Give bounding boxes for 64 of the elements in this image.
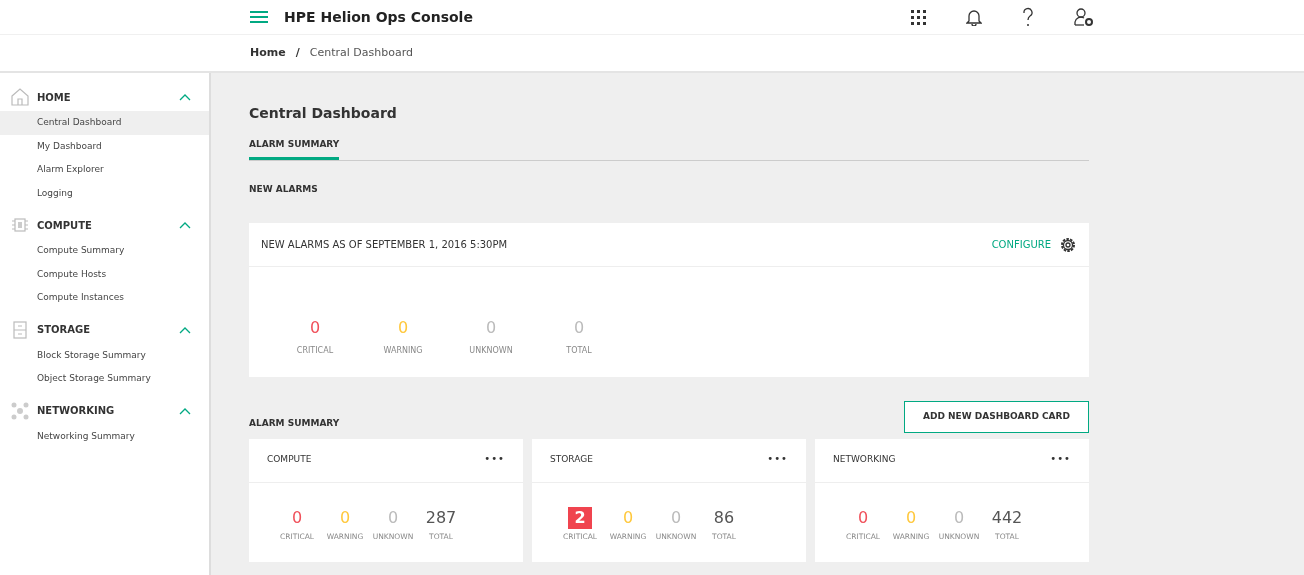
user-settings-icon[interactable] xyxy=(1074,8,1094,26)
more-button[interactable]: ••• xyxy=(1050,450,1071,466)
sidebar-item[interactable]: Alarm Explorer xyxy=(0,158,209,182)
stat-value: 0 xyxy=(338,506,352,529)
sidebar-item[interactable]: Logging xyxy=(0,181,209,205)
card-title: NEW ALARMS AS OF SEPTEMBER 1, 2016 5:30PM xyxy=(261,238,508,252)
chip-icon xyxy=(10,215,30,235)
stat-value: 0 xyxy=(621,506,635,529)
breadcrumb-separator: / xyxy=(295,44,300,61)
breadcrumb-link[interactable]: Home xyxy=(250,44,286,62)
stat-value: 0 xyxy=(484,317,498,339)
app-title: HPE Helion Ops Console xyxy=(284,7,473,27)
stat-value: 0 xyxy=(290,506,304,529)
section-header[interactable]: COMPUTE xyxy=(37,217,92,233)
chevron-up-icon[interactable] xyxy=(179,221,191,229)
stat-value: 287 xyxy=(424,506,458,529)
sidebar-item[interactable]: Central Dashboard xyxy=(0,111,209,135)
stat-value: 0 xyxy=(952,506,966,529)
stat-label: WARNING xyxy=(382,345,424,357)
house-icon xyxy=(10,87,30,107)
stat-value: 0 xyxy=(396,317,410,339)
page-title: Central Dashboard xyxy=(249,104,398,123)
stat-label: UNKNOWN xyxy=(468,345,514,357)
section-header[interactable]: NETWORKING xyxy=(37,403,115,418)
settings-icon[interactable] xyxy=(1059,235,1077,254)
breadcrumb-current: Central Dashboard xyxy=(309,44,413,61)
cabinet-icon xyxy=(10,319,30,340)
section-heading: NEW ALARMS xyxy=(249,182,319,196)
stat-value: 0 xyxy=(308,317,322,339)
help-icon[interactable] xyxy=(1022,7,1034,27)
stat-label: CRITICAL xyxy=(295,345,335,357)
sidebar-item[interactable]: Object Storage Summary xyxy=(0,367,209,391)
sidebar-item[interactable]: Block Storage Summary xyxy=(0,343,209,367)
chevron-up-icon[interactable] xyxy=(179,325,191,334)
card-title: STORAGE xyxy=(550,453,593,467)
stat-value: 0 xyxy=(904,506,918,529)
sidebar-item[interactable]: Compute Hosts xyxy=(0,262,209,286)
network-icon xyxy=(10,400,30,421)
menu-icon[interactable] xyxy=(250,10,268,24)
chevron-up-icon[interactable] xyxy=(179,93,191,101)
bell-icon[interactable] xyxy=(966,8,982,26)
card-title: NETWORKING xyxy=(833,453,896,467)
sidebar-item[interactable]: Networking Summary xyxy=(0,424,209,448)
apps-grid-icon[interactable] xyxy=(911,9,926,25)
alert-count: 2 xyxy=(568,506,592,529)
more-button[interactable]: ••• xyxy=(484,450,505,466)
section-heading: ALARM SUMMARY xyxy=(249,417,340,430)
more-button[interactable]: ••• xyxy=(767,450,788,466)
card-title: COMPUTE xyxy=(267,453,312,467)
stat-value: 0 xyxy=(386,506,400,529)
stat-value: 0 xyxy=(669,506,683,529)
tab[interactable]: ALARM SUMMARY xyxy=(249,132,340,160)
chevron-up-icon[interactable] xyxy=(179,406,191,415)
section-header[interactable]: STORAGE xyxy=(37,322,90,337)
add-card-button[interactable]: ADD NEW DASHBOARD CARD xyxy=(904,401,1089,433)
stat-value: 0 xyxy=(856,506,870,529)
sidebar-item[interactable]: Compute Instances xyxy=(0,286,209,310)
sidebar-item[interactable]: My Dashboard xyxy=(0,134,209,158)
stat-value: 86 xyxy=(712,506,736,529)
sidebar-item[interactable]: Compute Summary xyxy=(0,239,209,263)
stat-label: TOTAL xyxy=(565,345,593,357)
stat-value: 442 xyxy=(990,506,1024,529)
stat-value: 0 xyxy=(572,317,586,339)
section-header[interactable]: HOME xyxy=(37,89,71,105)
